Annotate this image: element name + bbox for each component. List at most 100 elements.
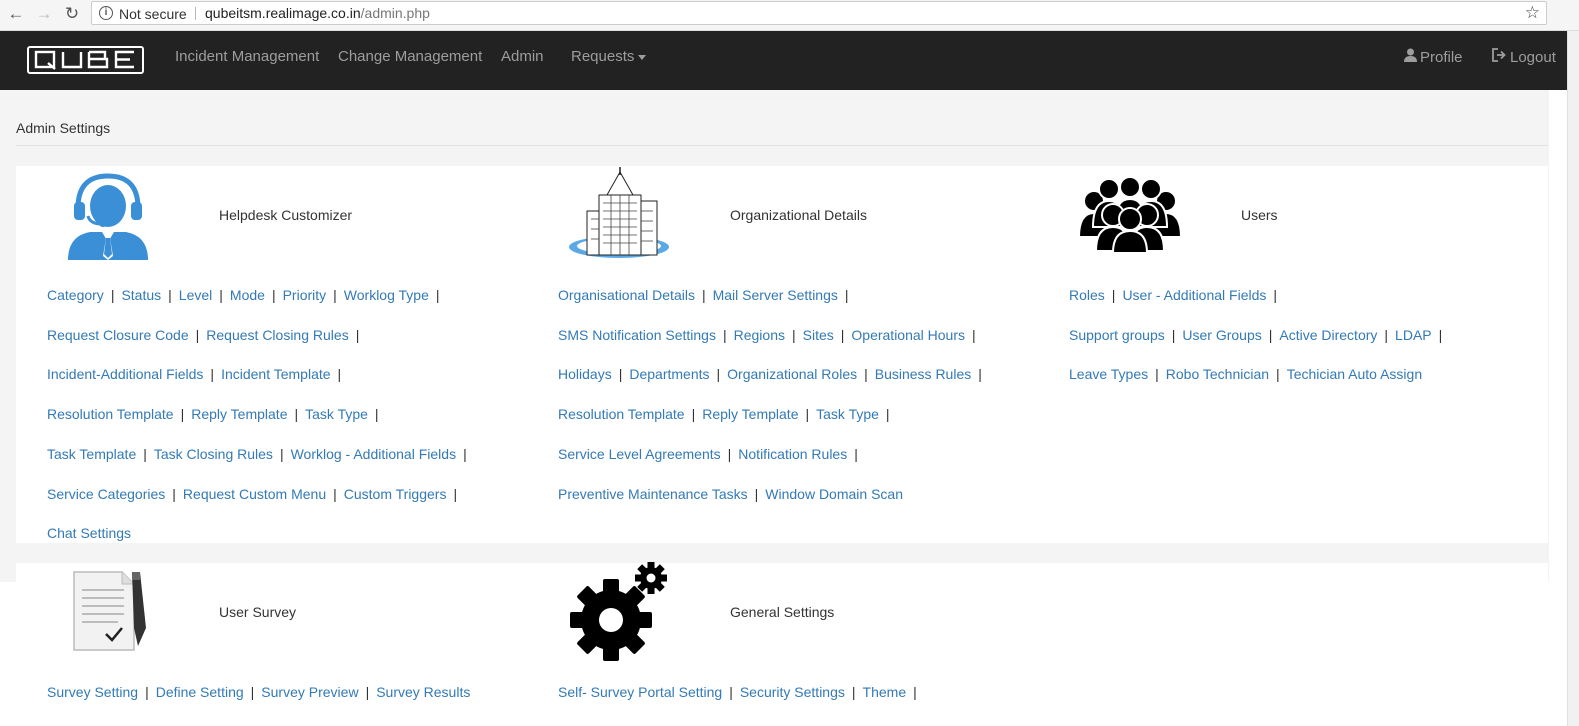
settings-link-priority[interactable]: Priority xyxy=(283,287,327,303)
settings-link-resolution-template[interactable]: Resolution Template xyxy=(558,406,685,422)
settings-link-worklog-additional-fields[interactable]: Worklog - Additional Fields xyxy=(291,446,456,462)
settings-link-robo-technician[interactable]: Robo Technician xyxy=(1166,366,1269,382)
settings-link-define-setting[interactable]: Define Setting xyxy=(156,684,244,700)
settings-link-mode[interactable]: Mode xyxy=(230,287,265,303)
settings-link-survey-results[interactable]: Survey Results xyxy=(376,684,470,700)
link-row: Chat Settings xyxy=(47,525,131,541)
settings-link-chat-settings[interactable]: Chat Settings xyxy=(47,525,131,541)
settings-link-incident-additional-fields[interactable]: Incident-Additional Fields xyxy=(47,366,203,382)
settings-link-survey-setting[interactable]: Survey Setting xyxy=(47,684,138,700)
nav-requests-label: Requests xyxy=(571,48,635,65)
link-separator: | xyxy=(701,287,706,303)
nav-change-management[interactable]: Change Management xyxy=(338,48,482,65)
link-separator: | xyxy=(168,287,172,303)
settings-link-security-settings[interactable]: Security Settings xyxy=(740,684,845,700)
settings-link-active-directory[interactable]: Active Directory xyxy=(1279,327,1377,343)
qube-logo[interactable] xyxy=(27,46,144,74)
settings-link-reply-template[interactable]: Reply Template xyxy=(702,406,798,422)
settings-link-worklog-type[interactable]: Worklog Type xyxy=(344,287,429,303)
top-navbar: Incident Management Change Management Ad… xyxy=(0,31,1567,90)
settings-link-reply-template[interactable]: Reply Template xyxy=(191,406,287,422)
link-separator: | xyxy=(463,445,467,462)
settings-link-departments[interactable]: Departments xyxy=(629,366,709,382)
page-title: Admin Settings xyxy=(16,120,111,136)
settings-link-regions[interactable]: Regions xyxy=(734,327,785,343)
back-arrow-icon[interactable]: ← xyxy=(5,3,27,25)
link-row: Resolution Template | Reply Template | Task … xyxy=(558,406,897,422)
link-row: Roles | User - Additional Fields | xyxy=(1069,287,1284,303)
address-bar[interactable]: i Not secure qubeitsm.realimage.co.in/ad… xyxy=(91,1,1547,25)
settings-link-request-closing-rules[interactable]: Request Closing Rules xyxy=(206,327,348,343)
link-separator: | xyxy=(374,406,379,423)
scrollbar[interactable] xyxy=(1567,31,1579,726)
settings-link-request-closure-code[interactable]: Request Closure Code xyxy=(47,327,189,343)
settings-link-organizational-roles[interactable]: Organizational Roles xyxy=(727,366,857,382)
bookmark-star-icon[interactable]: ☆ xyxy=(1525,3,1540,23)
settings-link-organisational-details[interactable]: Organisational Details xyxy=(558,287,695,303)
nav-admin[interactable]: Admin xyxy=(501,48,544,65)
nav-logout[interactable]: Logout xyxy=(1492,48,1556,66)
settings-link-task-template[interactable]: Task Template xyxy=(47,446,136,462)
settings-link-service-categories[interactable]: Service Categories xyxy=(47,486,165,502)
settings-link-preventive-maintenance-tasks[interactable]: Preventive Maintenance Tasks xyxy=(558,486,748,502)
info-icon[interactable]: i xyxy=(99,6,113,20)
settings-link-self-survey-portal-setting[interactable]: Self- Survey Portal Setting xyxy=(558,684,722,700)
settings-link-task-type[interactable]: Task Type xyxy=(305,406,368,422)
forward-arrow-icon[interactable]: → xyxy=(33,3,55,25)
settings-link-mail-server-settings[interactable]: Mail Server Settings xyxy=(713,287,838,303)
logo-wordmark-icon xyxy=(34,50,134,70)
nav-requests-dropdown[interactable]: Requests xyxy=(571,48,647,65)
link-separator: | xyxy=(618,366,623,383)
settings-link-survey-preview[interactable]: Survey Preview xyxy=(261,684,358,700)
settings-link-service-level-agreements[interactable]: Service Level Agreements xyxy=(558,446,721,462)
settings-link-resolution-template[interactable]: Resolution Template xyxy=(47,406,174,422)
settings-link-status[interactable]: Status xyxy=(121,287,161,303)
section-title-users: Users xyxy=(1241,207,1278,223)
settings-link-request-custom-menu[interactable]: Request Custom Menu xyxy=(183,486,326,502)
link-separator: | xyxy=(805,406,810,423)
nav-incident-management[interactable]: Incident Management xyxy=(175,48,319,65)
link-separator: | xyxy=(1276,366,1280,383)
reload-icon[interactable]: ↻ xyxy=(61,3,83,25)
link-separator: | xyxy=(333,485,337,502)
settings-link-holidays[interactable]: Holidays xyxy=(558,366,612,382)
survey-document-icon xyxy=(68,566,152,657)
settings-link-window-domain-scan[interactable]: Window Domain Scan xyxy=(765,486,903,502)
settings-panel-bottom xyxy=(16,563,1548,726)
link-separator: | xyxy=(1111,287,1116,303)
settings-link-sites[interactable]: Sites xyxy=(803,327,834,343)
link-row: Resolution Template | Reply Template | Task … xyxy=(47,406,386,422)
link-separator: | xyxy=(885,406,890,423)
settings-link-task-type[interactable]: Task Type xyxy=(816,406,879,422)
link-separator: | xyxy=(172,485,176,502)
logout-icon xyxy=(1492,48,1507,66)
link-separator: | xyxy=(864,366,868,383)
settings-link-custom-triggers[interactable]: Custom Triggers xyxy=(344,486,447,502)
settings-link-leave-types[interactable]: Leave Types xyxy=(1069,366,1148,382)
settings-link-sms-notification-settings[interactable]: SMS Notification Settings xyxy=(558,327,716,343)
link-separator: | xyxy=(840,326,845,343)
nav-profile[interactable]: Profile xyxy=(1404,48,1463,66)
section-title-survey: User Survey xyxy=(219,604,297,620)
settings-link-techician-auto-assign[interactable]: Techician Auto Assign xyxy=(1287,366,1422,382)
profile-label: Profile xyxy=(1420,49,1463,66)
settings-link-task-closing-rules[interactable]: Task Closing Rules xyxy=(154,446,273,462)
link-separator: | xyxy=(844,287,849,303)
settings-link-roles[interactable]: Roles xyxy=(1069,287,1105,303)
settings-link-level[interactable]: Level xyxy=(179,287,212,303)
settings-link-theme[interactable]: Theme xyxy=(863,684,907,700)
settings-link-incident-template[interactable]: Incident Template xyxy=(221,366,330,382)
link-separator: | xyxy=(180,406,185,423)
settings-link-user-additional-fields[interactable]: User - Additional Fields xyxy=(1122,287,1266,303)
settings-link-user-groups[interactable]: User Groups xyxy=(1182,327,1261,343)
settings-link-operational-hours[interactable]: Operational Hours xyxy=(851,327,965,343)
settings-link-business-rules[interactable]: Business Rules xyxy=(875,366,972,382)
settings-link-category[interactable]: Category xyxy=(47,287,104,303)
settings-link-notification-rules[interactable]: Notification Rules xyxy=(738,446,847,462)
url-path: /admin.php xyxy=(360,5,430,21)
link-row: Self- Survey Portal Setting | Security Set… xyxy=(558,684,924,700)
url-text[interactable]: qubeitsm.realimage.co.in/admin.php xyxy=(205,5,430,21)
headset-agent-icon xyxy=(66,170,150,263)
settings-link-support-groups[interactable]: Support groups xyxy=(1069,327,1165,343)
settings-link-ldap[interactable]: LDAP xyxy=(1395,327,1432,343)
